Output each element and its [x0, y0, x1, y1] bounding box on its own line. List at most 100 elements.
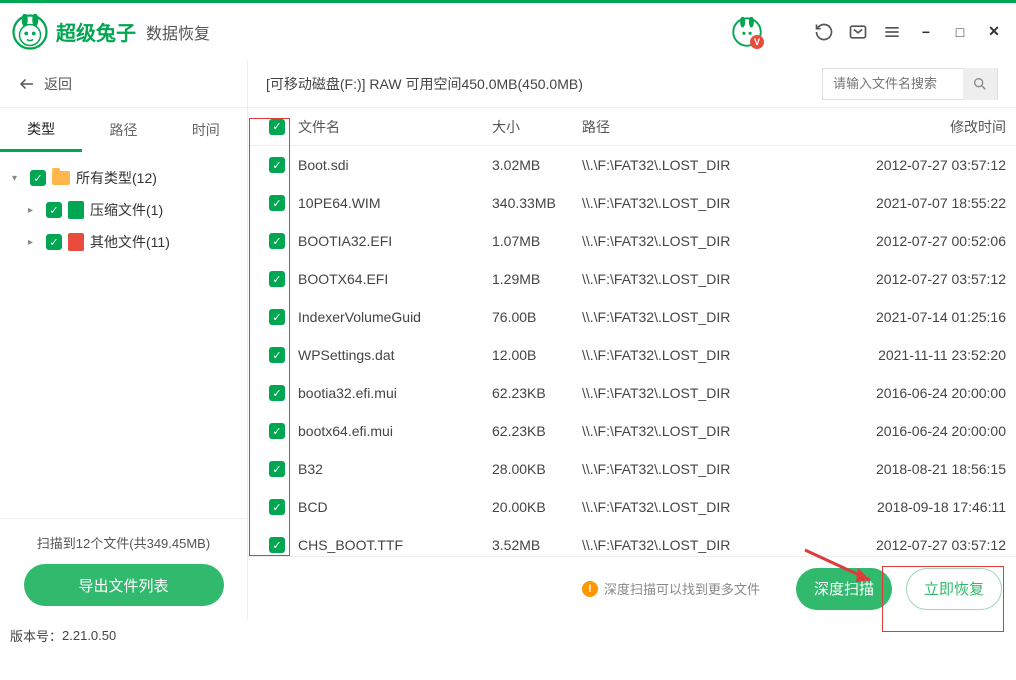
cell-name: BCD — [298, 499, 492, 515]
table-row[interactable]: ✓IndexerVolumeGuid76.00B\\.\F:\FAT32\.LO… — [248, 298, 1016, 336]
tab-time[interactable]: 时间 — [165, 110, 247, 150]
maximize-button[interactable]: □ — [950, 22, 970, 42]
tree-child-other[interactable]: ▸ ✓ 其他文件(11) — [8, 226, 239, 258]
cell-path: \\.\F:\FAT32\.LOST_DIR — [582, 347, 846, 363]
row-checkbox[interactable]: ✓ — [269, 309, 285, 325]
back-label: 返回 — [44, 74, 72, 94]
table-row[interactable]: ✓BOOTX64.EFI1.29MB\\.\F:\FAT32\.LOST_DIR… — [248, 260, 1016, 298]
row-checkbox[interactable]: ✓ — [269, 385, 285, 401]
refresh-icon[interactable] — [814, 22, 834, 42]
table-row[interactable]: ✓Boot.sdi3.02MB\\.\F:\FAT32\.LOST_DIR201… — [248, 146, 1016, 184]
tree-root[interactable]: ▾ ✓ 所有类型(12) — [8, 162, 239, 194]
account-avatar-icon[interactable]: V — [732, 17, 762, 47]
sidebar-footer: 扫描到12个文件(共349.45MB) 导出文件列表 — [0, 518, 247, 620]
table-row[interactable]: ✓WPSettings.dat12.00B\\.\F:\FAT32\.LOST_… — [248, 336, 1016, 374]
file-table: ✓ 文件名 大小 路径 修改时间 ✓Boot.sdi3.02MB\\.\F:\F… — [248, 108, 1016, 556]
row-checkbox[interactable]: ✓ — [269, 423, 285, 439]
cell-time: 2018-09-18 17:46:11 — [846, 499, 1006, 515]
select-all-checkbox[interactable]: ✓ — [269, 119, 285, 135]
cell-size: 20.00KB — [492, 499, 582, 515]
table-row[interactable]: ✓ BOOTIA32.EFI1.07MB\\.\F:\FAT32\.LOST_DI… — [248, 222, 1016, 260]
row-checkbox[interactable]: ✓ — [269, 233, 285, 249]
table-row[interactable]: ✓CHS_BOOT.TTF3.52MB\\.\F:\FAT32\.LOST_DI… — [248, 526, 1016, 556]
cell-path: \\.\F:\FAT32\.LOST_DIR — [582, 499, 846, 515]
col-time[interactable]: 修改时间 — [846, 117, 1006, 137]
row-checkbox[interactable]: ✓ — [269, 537, 285, 553]
tab-type[interactable]: 类型 — [0, 109, 82, 152]
table-row[interactable]: ✓bootx64.efi.mui62.23KB\\.\F:\FAT32\.LOS… — [248, 412, 1016, 450]
search-button[interactable] — [963, 68, 997, 100]
row-checkbox[interactable]: ✓ — [269, 347, 285, 363]
row-checkbox[interactable]: ✓ — [269, 271, 285, 287]
cell-path: \\.\F:\FAT32\.LOST_DIR — [582, 195, 846, 211]
expand-icon[interactable]: ▸ — [28, 205, 40, 216]
recover-button[interactable]: 立即恢复 — [906, 568, 1002, 610]
drive-info: [可移动磁盘(F:)] RAW 可用空间450.0MB(450.0MB) — [266, 74, 583, 94]
cell-name: IndexerVolumeGuid — [298, 309, 492, 325]
cell-name: 10PE64.WIM — [298, 195, 492, 211]
export-list-button[interactable]: 导出文件列表 — [24, 564, 224, 606]
tree-root-label: 所有类型(12) — [76, 168, 157, 188]
tree: ▾ ✓ 所有类型(12) ▸ ✓ 压缩文件(1) ▸ ✓ 其他文件(11) — [0, 152, 247, 518]
cell-size: 28.00KB — [492, 461, 582, 477]
expand-icon[interactable]: ▸ — [28, 237, 40, 248]
brand: 超级兔子 数据恢复 — [12, 14, 210, 50]
app-logo-icon — [12, 14, 48, 50]
arrow-left-icon — [18, 75, 36, 93]
table-row[interactable]: ✓ BCD20.00KB\\.\F:\FAT32\.LOST_DIR2018-09… — [248, 488, 1016, 526]
row-checkbox[interactable]: ✓ — [269, 157, 285, 173]
minimize-button[interactable]: − — [916, 22, 936, 42]
cell-path: \\.\F:\FAT32\.LOST_DIR — [582, 233, 846, 249]
close-button[interactable]: ✕ — [984, 22, 1004, 42]
row-checkbox[interactable]: ✓ — [269, 461, 285, 477]
cell-path: \\.\F:\FAT32\.LOST_DIR — [582, 385, 846, 401]
checkbox-icon[interactable]: ✓ — [30, 170, 46, 186]
hint-text: 深度扫描可以找到更多文件 — [604, 579, 760, 598]
tree-child-label: 压缩文件(1) — [90, 200, 163, 220]
menu-icon[interactable] — [882, 22, 902, 42]
table-row[interactable]: ✓B3228.00KB\\.\F:\FAT32\.LOST_DIR2018-08… — [248, 450, 1016, 488]
cell-path: \\.\F:\FAT32\.LOST_DIR — [582, 461, 846, 477]
back-button[interactable]: 返回 — [0, 60, 247, 108]
tab-path[interactable]: 路径 — [82, 110, 164, 150]
table-row[interactable]: ✓bootia32.efi.mui62.23KB\\.\F:\FAT32\.LO… — [248, 374, 1016, 412]
checkbox-icon[interactable]: ✓ — [46, 202, 62, 218]
search-icon — [972, 76, 988, 92]
deep-scan-hint: ! 深度扫描可以找到更多文件 — [582, 579, 760, 598]
tree-child-archive[interactable]: ▸ ✓ 压缩文件(1) — [8, 194, 239, 226]
cell-time: 2012-07-27 03:57:12 — [846, 157, 1006, 173]
brand-name: 超级兔子 — [56, 17, 136, 46]
col-size[interactable]: 大小 — [492, 117, 582, 137]
table-row[interactable]: ✓ 10PE64.WIM340.33MB\\.\F:\FAT32\.LOST_DI… — [248, 184, 1016, 222]
cell-size: 62.23KB — [492, 423, 582, 439]
vip-badge-icon: V — [750, 35, 764, 49]
cell-path: \\.\F:\FAT32\.LOST_DIR — [582, 309, 846, 325]
col-name[interactable]: 文件名 — [298, 117, 492, 137]
cell-path: \\.\F:\FAT32\.LOST_DIR — [582, 157, 846, 173]
collapse-icon[interactable]: ▾ — [12, 173, 24, 184]
cell-size: 1.07MB — [492, 233, 582, 249]
title-bar: 超级兔子 数据恢复 V − □ ✕ — [0, 0, 1016, 60]
content: [可移动磁盘(F:)] RAW 可用空间450.0MB(450.0MB) ✓ 文… — [248, 60, 1016, 620]
cell-path: \\.\F:\FAT32\.LOST_DIR — [582, 537, 846, 553]
cell-name: WPSettings.dat — [298, 347, 492, 363]
other-file-icon — [68, 233, 84, 251]
cell-time: 2016-06-24 20:00:00 — [846, 423, 1006, 439]
version-row: 版本号： 2.21.0.50 — [0, 620, 1016, 650]
feedback-icon[interactable] — [848, 22, 868, 42]
row-checkbox[interactable]: ✓ — [269, 195, 285, 211]
col-path[interactable]: 路径 — [582, 117, 846, 137]
cell-size: 340.33MB — [492, 195, 582, 211]
cell-name: BOOTX64.EFI — [298, 271, 492, 287]
cell-name: BOOTIA32.EFI — [298, 233, 492, 249]
search-input[interactable] — [823, 76, 963, 91]
cell-time: 2016-06-24 20:00:00 — [846, 385, 1006, 401]
deep-scan-button[interactable]: 深度扫描 — [796, 568, 892, 610]
cell-path: \\.\F:\FAT32\.LOST_DIR — [582, 423, 846, 439]
checkbox-icon[interactable]: ✓ — [46, 234, 62, 250]
row-checkbox[interactable]: ✓ — [269, 499, 285, 515]
main-area: 返回 类型 路径 时间 ▾ ✓ 所有类型(12) ▸ ✓ 压缩文件(1) ▸ ✓ — [0, 60, 1016, 620]
cell-time: 2012-07-27 03:57:12 — [846, 537, 1006, 553]
cell-name: CHS_BOOT.TTF — [298, 537, 492, 553]
window-controls: V − □ ✕ — [732, 17, 1004, 47]
